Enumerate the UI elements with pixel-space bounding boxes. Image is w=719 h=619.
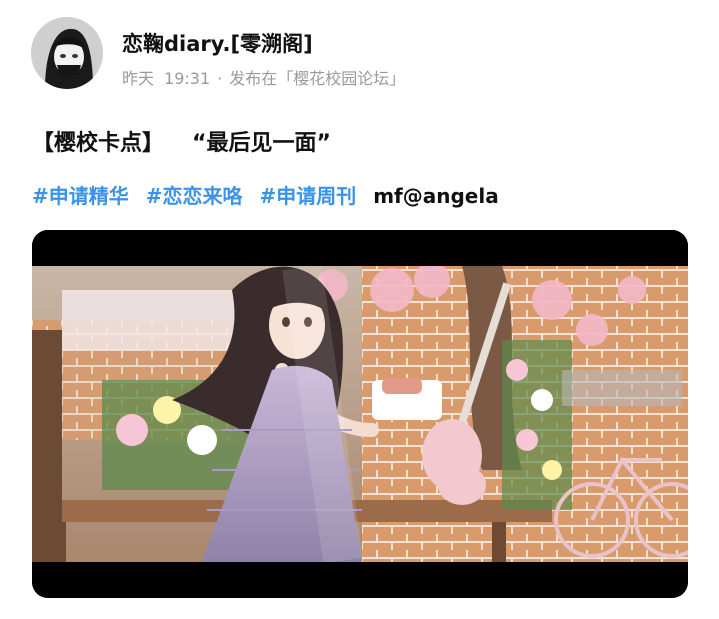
tag-apply-featured[interactable]: #申请精华 <box>32 184 129 208</box>
tag-lianlian[interactable]: #恋恋来咯 <box>146 184 243 208</box>
title-bracket: 【樱校卡点】 <box>32 131 165 156</box>
post-tags: #申请精华 #恋恋来咯 #申请周刊 mf@angela <box>32 180 499 209</box>
published-in-label: 发布在 <box>229 69 278 88</box>
avatar-image <box>31 17 103 89</box>
separator-dot: · <box>217 69 223 88</box>
video-thumbnail[interactable] <box>32 230 688 598</box>
title-quote: “最后见一面” <box>192 131 331 156</box>
anime-girl-scene-icon <box>32 230 688 598</box>
post-time: 19:31 <box>164 69 211 88</box>
mention-text[interactable]: mf@angela <box>373 184 499 208</box>
post-meta: 昨天 19:31 · 发布在「樱花校园论坛」 <box>122 65 405 89</box>
tag-apply-weekly[interactable]: #申请周刊 <box>259 184 356 208</box>
forum-link[interactable]: 「樱花校园论坛」 <box>277 65 405 89</box>
author-avatar[interactable] <box>31 17 103 89</box>
author-name[interactable]: 恋鞠diary.[零溯阁] <box>122 28 313 58</box>
post-title: 【樱校卡点】 “最后见一面” <box>32 125 331 157</box>
post-day: 昨天 <box>122 69 155 88</box>
